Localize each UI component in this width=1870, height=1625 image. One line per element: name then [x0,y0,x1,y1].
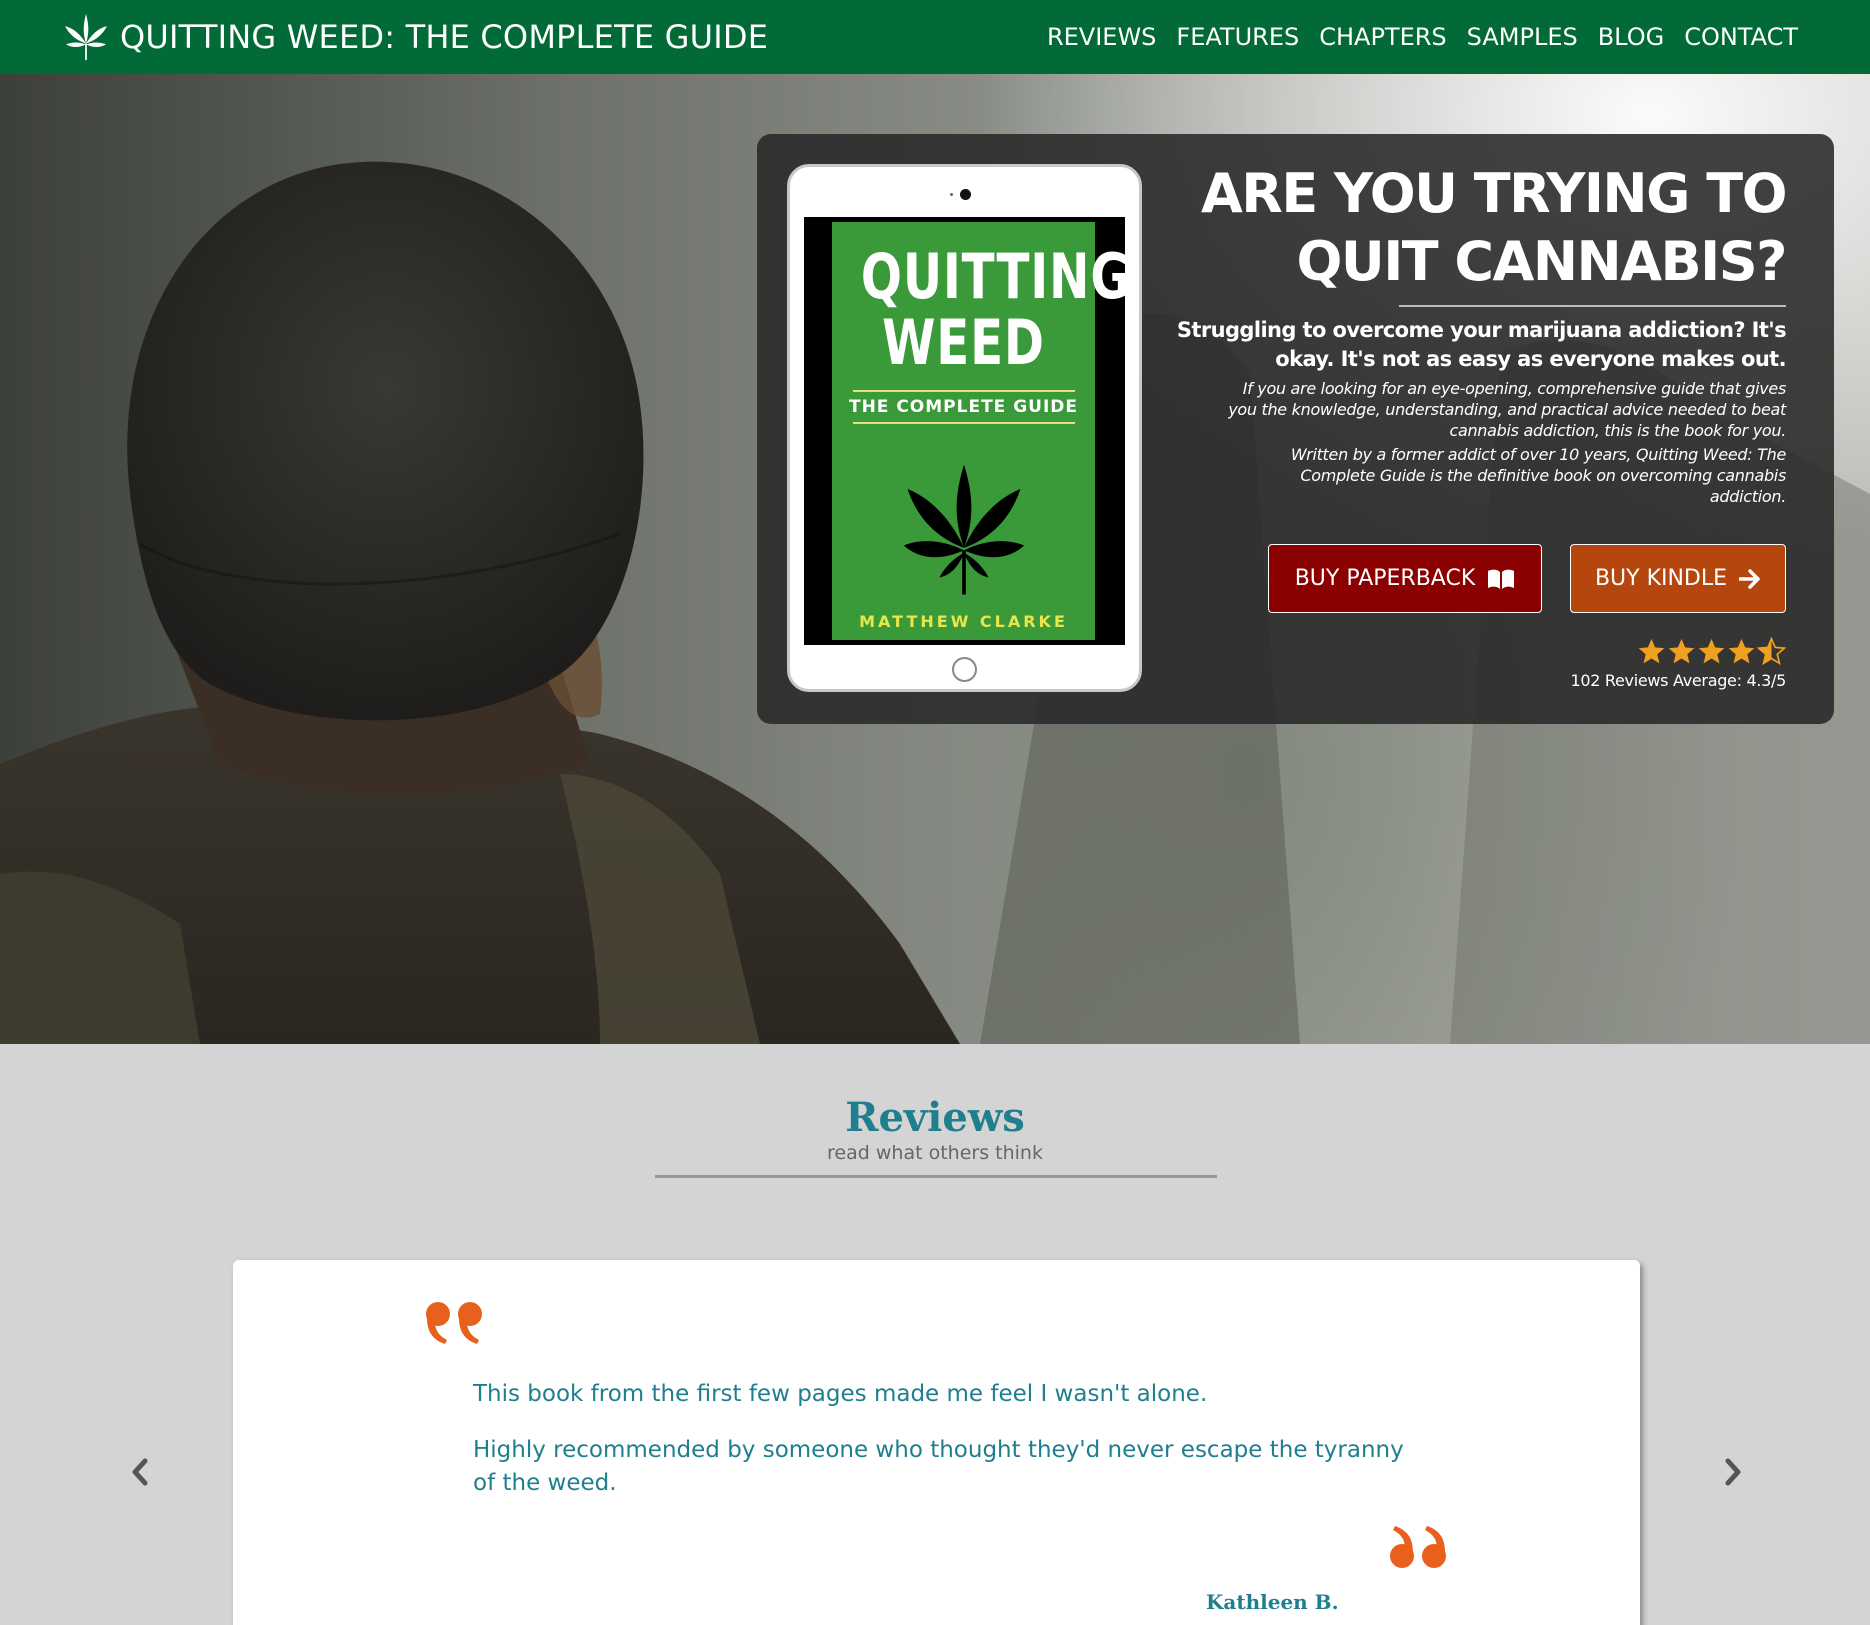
carousel-prev-button[interactable] [125,1455,155,1489]
tablet-mockup: QUITTING WEED THE COMPLETE GUIDE MATTHEW… [787,164,1142,692]
rating-stars [1637,637,1786,666]
open-quote-icon [426,1302,482,1344]
book-cover-rule-bottom [852,422,1075,424]
tablet-home-button [952,657,977,682]
star-full-icon [1728,638,1755,664]
carousel-next-button[interactable] [1718,1455,1748,1489]
nav-link-blog[interactable]: BLOG [1598,23,1664,51]
review-text-line-1: This book from the first few pages made … [473,1381,1208,1407]
reviews-title: Reviews [845,1094,1025,1141]
nav-link-samples[interactable]: SAMPLES [1467,23,1578,51]
cannabis-leaf-icon [903,464,1024,595]
open-book-icon [1488,569,1515,589]
hero-section: QUITTING WEED THE COMPLETE GUIDE MATTHEW… [0,74,1870,1044]
book-cover: QUITTING WEED THE COMPLETE GUIDE MATTHEW… [832,222,1131,640]
book-cover-title: QUITTING WEED [860,240,1131,379]
reviews-divider [655,1175,1217,1178]
close-quote-icon [1390,1526,1446,1568]
star-full-icon [1668,638,1695,664]
star-half-icon [1757,637,1786,666]
hero-paragraph-2: Written by a former addict of over 10 ye… [1290,445,1786,506]
top-navbar: QUITTING WEED: THE COMPLETE GUIDE REVIEW… [0,0,1870,74]
nav-link-chapters[interactable]: CHAPTERS [1319,23,1446,51]
hero-heading: ARE YOU TRYING TO QUIT CANNABIS? [1200,162,1788,293]
nav-links: REVIEWS FEATURES CHAPTERS SAMPLES BLOG C… [1047,0,1798,74]
tablet-screen: QUITTING WEED THE COMPLETE GUIDE MATTHEW… [804,217,1131,645]
nav-link-contact[interactable]: CONTACT [1684,23,1798,51]
book-cover-title-line1: QUITTING [860,240,1131,313]
star-full-icon [1638,638,1665,664]
hero-divider [1399,305,1786,307]
nav-link-features[interactable]: FEATURES [1176,23,1299,51]
star-full-icon [1698,638,1725,664]
book-cover-subtitle: THE COMPLETE GUIDE [848,397,1079,417]
buy-paperback-label: BUY PAPERBACK [1294,566,1476,591]
buy-kindle-button[interactable]: BUY KINDLE [1570,544,1786,613]
book-cover-author: MATTHEW CLARKE [859,612,1068,631]
nav-link-reviews[interactable]: REVIEWS [1047,23,1156,51]
review-author: Kathleen B. [1206,1590,1339,1614]
review-card: This book from the first few pages made … [233,1260,1640,1625]
cannabis-leaf-icon [65,13,107,61]
chevron-right-icon [1725,1458,1741,1486]
buy-paperback-button[interactable]: BUY PAPERBACK [1268,544,1542,613]
review-text-line-2: Highly recommended by someone who though… [473,1437,1404,1496]
tablet-camera [960,189,971,200]
hero-subheading: Struggling to overcome your marijuana ad… [1176,318,1787,371]
buy-kindle-label: BUY KINDLE [1594,566,1728,591]
book-cover-title-line2: WEED [882,306,1045,379]
arrow-right-icon [1739,568,1760,589]
brand[interactable]: QUITTING WEED: THE COMPLETE GUIDE [64,0,768,74]
rating-summary: 102 Reviews Average: 4.3/5 [1570,671,1786,690]
tablet-sensor [950,193,953,196]
hero-paragraph-1: If you are looking for an eye-opening, c… [1228,379,1786,440]
chevron-left-icon [132,1458,148,1486]
brand-title: QUITTING WEED: THE COMPLETE GUIDE [120,18,769,56]
reviews-subtitle: read what others think [827,1142,1043,1164]
hero-card: QUITTING WEED THE COMPLETE GUIDE MATTHEW… [757,134,1834,724]
